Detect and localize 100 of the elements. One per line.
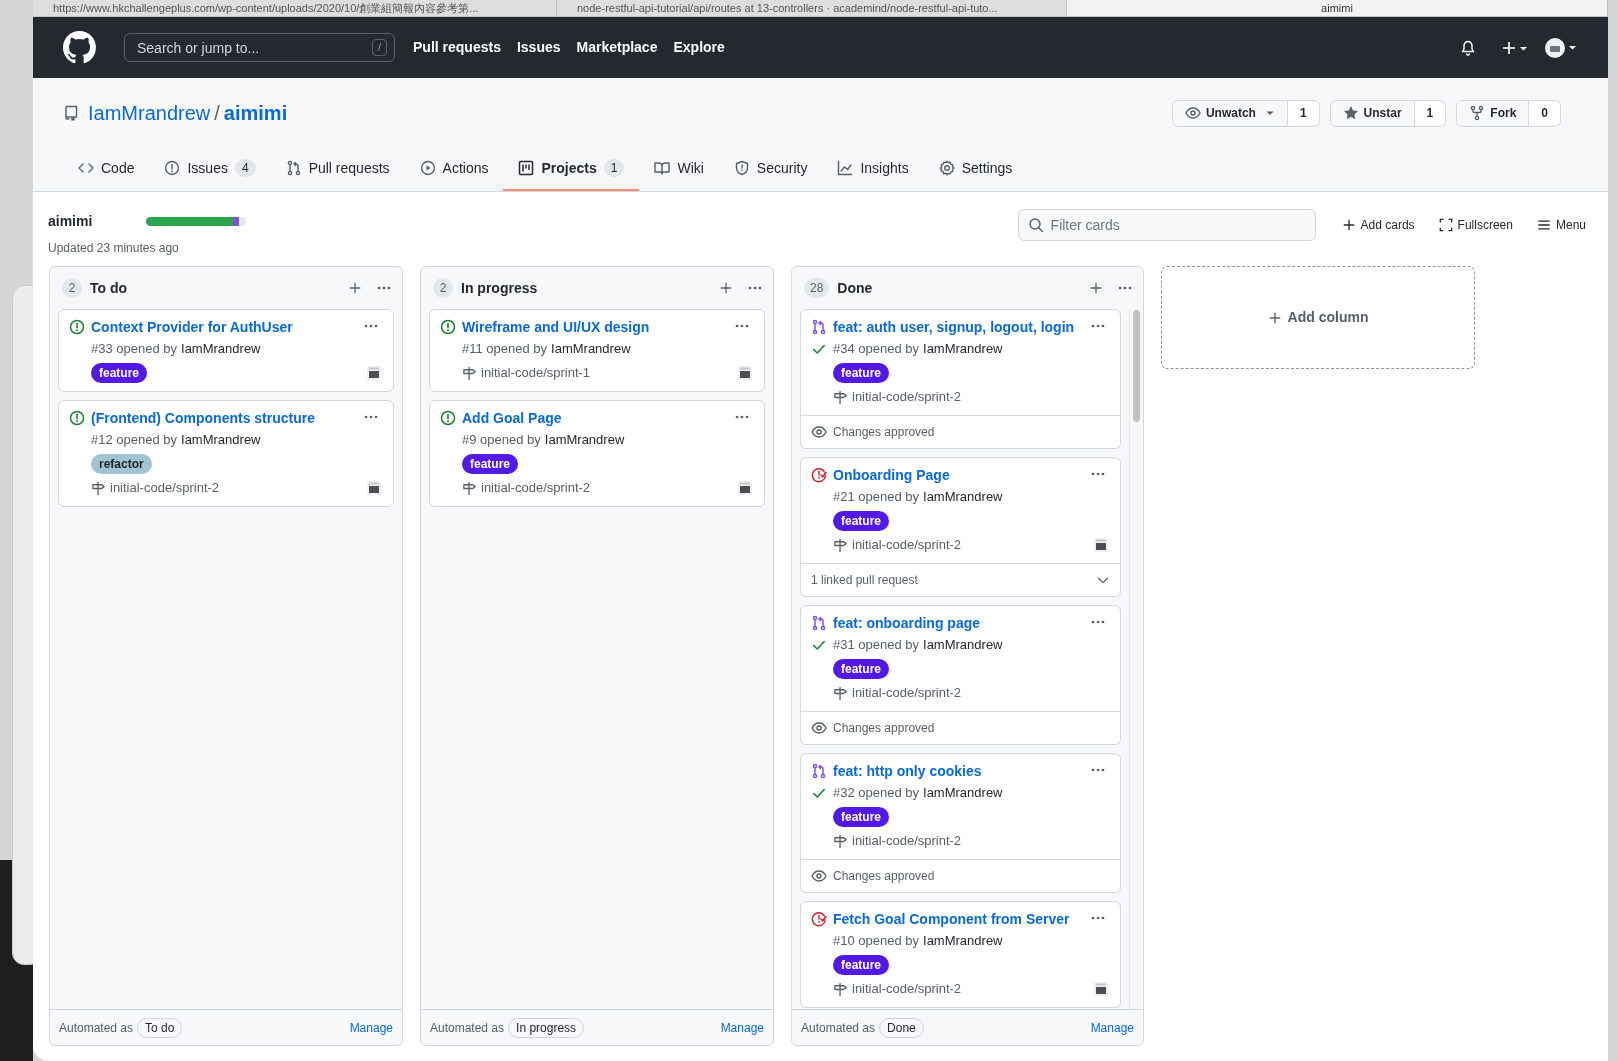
- issue-card[interactable]: Add Goal Page #9 opened by IamMrandrew feature initial-code/sprint-2: [429, 400, 765, 507]
- repo-tab[interactable]: Pull requests: [270, 147, 405, 191]
- add-column-button[interactable]: Add column: [1161, 266, 1475, 369]
- label-tag[interactable]: feature: [833, 806, 889, 827]
- label-tag[interactable]: refactor: [91, 453, 152, 474]
- column-title: Done: [837, 278, 873, 298]
- card-title-link[interactable]: Wireframe and UI/UX design: [462, 317, 752, 337]
- manage-link[interactable]: Manage: [349, 1018, 393, 1037]
- plus-icon: [1341, 218, 1356, 232]
- avatar-dropdown-icon[interactable]: [1544, 36, 1578, 59]
- card-title-link[interactable]: Onboarding Page: [833, 465, 1108, 485]
- pull-request-icon: [811, 615, 827, 631]
- milestone-text: initial-code/sprint-2: [481, 479, 591, 498]
- label-tag[interactable]: feature: [833, 362, 889, 383]
- project-board-icon: [518, 160, 535, 176]
- automation-text: Automated as: [430, 1019, 505, 1037]
- automation-state: To do: [137, 1017, 183, 1038]
- author-link[interactable]: IamMrandrew: [923, 931, 1003, 951]
- card-meta: #11 opened by: [462, 340, 548, 358]
- milestone-text: initial-code/sprint-2: [110, 479, 220, 498]
- nav-link[interactable]: Explore: [673, 37, 725, 58]
- automation-text: Automated as: [801, 1019, 876, 1037]
- card-title-link[interactable]: (Frontend) Components structure: [91, 408, 381, 428]
- manage-link[interactable]: Manage: [720, 1018, 764, 1037]
- repo-icon: [63, 105, 79, 121]
- updated-time: Updated 23 minutes ago: [48, 240, 180, 257]
- repo-tab[interactable]: Issues 4: [149, 147, 271, 191]
- card-meta: #21 opened by: [833, 488, 920, 506]
- pull-request-icon: [811, 319, 827, 335]
- automation-state: In progress: [508, 1017, 585, 1038]
- card-title-link[interactable]: Context Provider for AuthUser: [91, 317, 381, 337]
- label-tag[interactable]: feature: [462, 453, 518, 474]
- author-link[interactable]: IamMrandrew: [923, 487, 1003, 507]
- plus-dropdown-icon[interactable]: [1501, 39, 1529, 56]
- label-tag[interactable]: feature: [833, 658, 889, 679]
- fullscreen-button[interactable]: Fullscreen: [1438, 216, 1513, 234]
- card-title-link[interactable]: Fetch Goal Component from Server: [833, 909, 1108, 929]
- fullscreen-icon: [1438, 218, 1453, 232]
- manage-link[interactable]: Manage: [1090, 1018, 1134, 1037]
- open-issue-icon: [69, 319, 85, 335]
- milestone-text: initial-code/sprint-2: [852, 684, 962, 703]
- author-link[interactable]: IamMrandrew: [181, 430, 261, 450]
- plus-icon[interactable]: [348, 281, 362, 295]
- add-button[interactable]: Add cards: [1341, 216, 1415, 234]
- browser-tab[interactable]: aimimi: [1067, 0, 1608, 16]
- author-link[interactable]: IamMrandrew: [923, 635, 1003, 655]
- bell-icon[interactable]: [1460, 39, 1476, 56]
- shortcut-key: /: [371, 39, 387, 56]
- plus-icon[interactable]: [719, 281, 733, 295]
- shield-icon: [733, 160, 750, 176]
- menu-button[interactable]: Menu: [1536, 216, 1586, 234]
- author-link[interactable]: IamMrandrew: [551, 339, 631, 359]
- repo-tab[interactable]: Actions: [404, 147, 504, 191]
- watch-button[interactable]: Unwatch: [1172, 100, 1288, 126]
- author-link[interactable]: IamMrandrew: [923, 339, 1003, 359]
- repo-link[interactable]: aimimi: [223, 98, 288, 128]
- nav-link[interactable]: Pull requests: [413, 37, 501, 58]
- issue-card[interactable]: Wireframe and UI/UX design #11 opened by IamMrandrew initial-code/sprint-1: [429, 309, 765, 392]
- fork-button[interactable]: Fork: [1457, 100, 1530, 126]
- issue-card[interactable]: Onboarding Page #21 opened by IamMrandrew feature initial-code/sprint-2 1 linked pull request: [800, 457, 1121, 597]
- label-tag[interactable]: feature: [91, 362, 147, 383]
- issue-card[interactable]: feat: onboarding page #31 opened by IamMrandrew feature initial-code/sprint-2 Changes approved: [800, 605, 1121, 745]
- author-link[interactable]: IamMrandrew: [923, 783, 1003, 803]
- issue-card[interactable]: feat: http only cookies #32 opened by IamMrandrew feature initial-code/sprint-2 Changes approved: [800, 753, 1121, 893]
- card-meta: #33 opened by: [91, 340, 178, 358]
- scrollbar[interactable]: [1129, 309, 1143, 1009]
- issue-card[interactable]: feat: auth user, signup, logout, login #34 opened by IamMrandrew feature initial-code/sprint-2 Changes approved: [800, 309, 1121, 449]
- repo-tab[interactable]: Insights: [822, 147, 924, 191]
- issue-card[interactable]: (Frontend) Components structure #12 opened by IamMrandrew refactor initial-code/sprint-2: [58, 400, 394, 507]
- card-title-link[interactable]: feat: onboarding page: [833, 613, 1108, 633]
- milestone-text: initial-code/sprint-2: [852, 832, 962, 851]
- star-button[interactable]: Unstar: [1330, 100, 1415, 126]
- label-tag[interactable]: feature: [833, 510, 889, 531]
- owner-link[interactable]: IamMrandrew: [88, 98, 211, 128]
- card-title-link[interactable]: feat: auth user, signup, logout, login: [833, 317, 1108, 337]
- repo-tab[interactable]: Settings: [923, 147, 1028, 191]
- star-icon: [1342, 105, 1359, 121]
- nav-link[interactable]: Marketplace: [576, 37, 658, 58]
- repo-tab[interactable]: Code: [63, 147, 150, 191]
- repo-tab[interactable]: Projects 1: [503, 147, 640, 191]
- pull-request-icon: [811, 763, 827, 779]
- signpost-icon: [462, 480, 477, 496]
- card-title-link[interactable]: Add Goal Page: [462, 408, 752, 428]
- issue-card[interactable]: Fetch Goal Component from Server #10 opened by IamMrandrew feature initial-code/sprint-2: [800, 901, 1121, 1008]
- plus-icon: [1267, 310, 1282, 325]
- label-tag[interactable]: feature: [833, 954, 889, 975]
- repo-tab[interactable]: Wiki: [639, 147, 719, 191]
- filter-field[interactable]: Filter cards: [1017, 209, 1316, 241]
- logo-icon[interactable]: [63, 31, 96, 64]
- author-link[interactable]: IamMrandrew: [544, 430, 625, 450]
- author-link[interactable]: IamMrandrew: [181, 339, 261, 359]
- play-icon: [419, 160, 436, 176]
- nav-link[interactable]: Issues: [516, 37, 561, 58]
- repo-tab[interactable]: Security: [718, 147, 823, 191]
- open-issue-icon: [440, 319, 456, 335]
- card-title-link[interactable]: feat: http only cookies: [833, 761, 1108, 781]
- signpost-icon: [91, 480, 106, 496]
- plus-icon[interactable]: [1089, 281, 1103, 295]
- card-meta: #32 opened by: [833, 784, 920, 802]
- issue-card[interactable]: Context Provider for AuthUser #33 opened by IamMrandrew feature: [58, 309, 394, 392]
